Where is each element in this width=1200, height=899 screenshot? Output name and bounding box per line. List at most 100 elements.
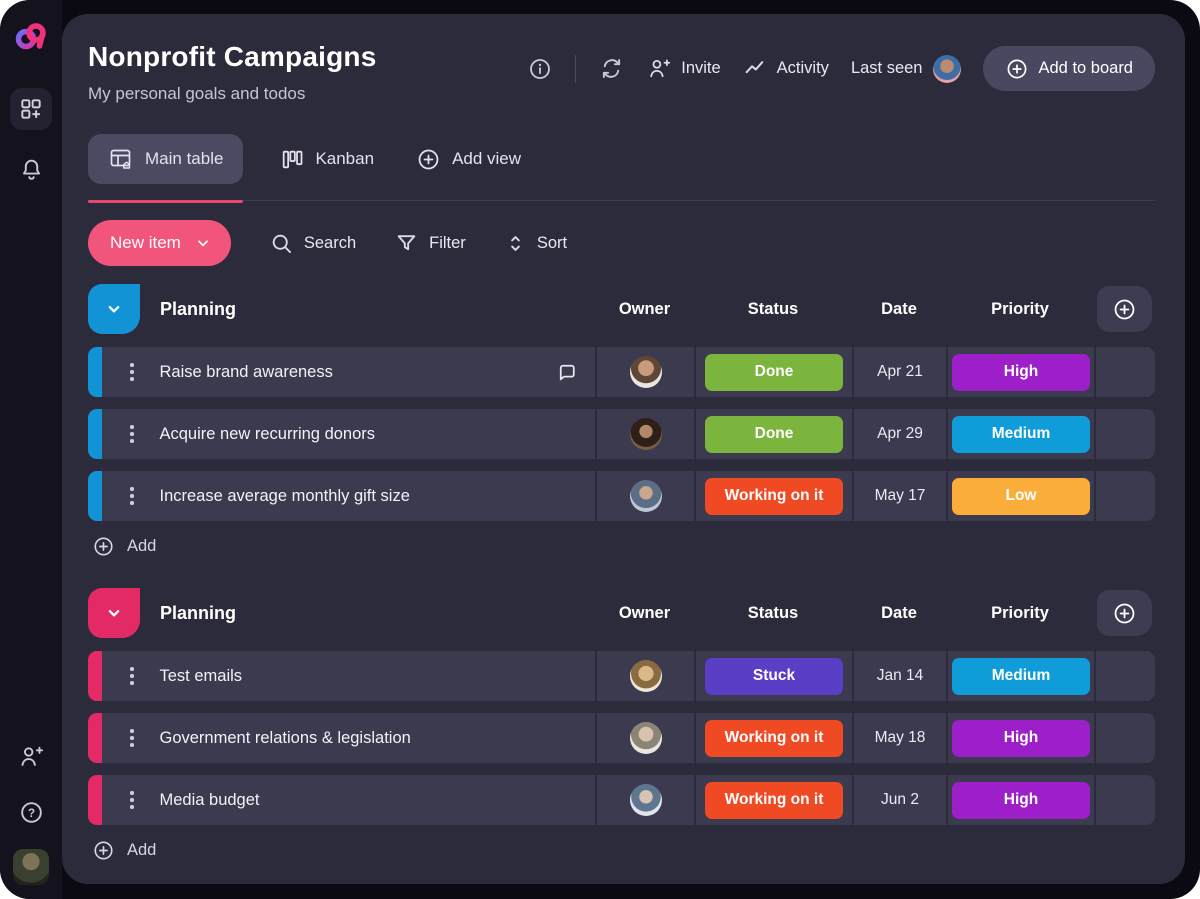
priority-badge[interactable]: Medium — [952, 416, 1090, 453]
group-name[interactable]: Planning — [160, 299, 236, 320]
date-cell[interactable]: May 17 — [852, 471, 946, 521]
owner-cell[interactable] — [595, 775, 694, 825]
status-cell[interactable]: Done — [694, 347, 852, 397]
sync-button[interactable] — [598, 55, 625, 82]
user-avatar[interactable] — [13, 849, 49, 885]
owner-cell[interactable] — [595, 651, 694, 701]
status-badge[interactable]: Done — [705, 416, 843, 453]
sort-icon — [504, 232, 527, 255]
priority-cell[interactable]: High — [946, 713, 1094, 763]
status-badge[interactable]: Working on it — [705, 720, 843, 757]
owner-cell[interactable] — [595, 471, 694, 521]
priority-cell[interactable]: Medium — [946, 651, 1094, 701]
date-cell[interactable]: Apr 21 — [852, 347, 946, 397]
owner-cell[interactable] — [595, 409, 694, 459]
kebab-menu-icon[interactable] — [130, 729, 134, 747]
column-header-owner[interactable]: Owner — [595, 300, 694, 319]
task-name-cell[interactable]: Government relations & legislation — [88, 713, 595, 763]
column-header-owner[interactable]: Owner — [595, 604, 694, 623]
priority-badge[interactable]: Low — [952, 478, 1090, 515]
task-name-cell[interactable]: Test emails — [88, 651, 595, 701]
activity-button[interactable]: Activity — [743, 56, 829, 81]
search-button[interactable]: Search — [269, 231, 356, 256]
group-name[interactable]: Planning — [160, 603, 236, 624]
column-header-priority[interactable]: Priority — [946, 300, 1094, 319]
kebab-menu-icon[interactable] — [130, 487, 134, 505]
column-header-priority[interactable]: Priority — [946, 604, 1094, 623]
status-badge[interactable]: Done — [705, 354, 843, 391]
kebab-menu-icon[interactable] — [130, 425, 134, 443]
kebab-menu-icon[interactable] — [130, 791, 134, 809]
invite-button[interactable]: Invite — [647, 56, 720, 81]
app-logo-icon[interactable] — [12, 20, 50, 54]
owner-avatar — [630, 356, 662, 388]
priority-cell[interactable]: Medium — [946, 409, 1094, 459]
owner-cell[interactable] — [595, 347, 694, 397]
add-item-button[interactable]: Add — [88, 837, 156, 864]
task-name[interactable]: Government relations & legislation — [160, 729, 411, 748]
kebab-menu-icon[interactable] — [130, 667, 134, 685]
task-name[interactable]: Media budget — [160, 791, 260, 810]
filter-button[interactable]: Filter — [394, 231, 466, 256]
group-collapse-button[interactable] — [88, 284, 140, 334]
status-cell[interactable]: Stuck — [694, 651, 852, 701]
sidebar-item-help[interactable]: ? — [10, 791, 52, 833]
task-name[interactable]: Increase average monthly gift size — [160, 487, 410, 506]
owner-cell[interactable] — [595, 713, 694, 763]
status-cell[interactable]: Working on it — [694, 713, 852, 763]
priority-cell[interactable]: High — [946, 347, 1094, 397]
tab-main-table[interactable]: Main table — [88, 134, 243, 184]
invite-label: Invite — [681, 59, 720, 78]
status-cell[interactable]: Done — [694, 409, 852, 459]
sidebar-item-notifications[interactable] — [10, 148, 52, 190]
column-header-date[interactable]: Date — [852, 300, 946, 319]
column-header-date[interactable]: Date — [852, 604, 946, 623]
tab-kanban[interactable]: Kanban — [273, 134, 380, 184]
date-cell[interactable]: Jun 2 — [852, 775, 946, 825]
priority-badge[interactable]: Medium — [952, 658, 1090, 695]
svg-text:?: ? — [27, 806, 34, 820]
priority-badge[interactable]: High — [952, 354, 1090, 391]
row-color-bar — [88, 471, 102, 521]
task-name[interactable]: Test emails — [160, 667, 243, 686]
sort-button[interactable]: Sort — [504, 232, 567, 255]
sidebar-item-boards[interactable] — [10, 88, 52, 130]
board-info-button[interactable] — [527, 56, 553, 82]
kebab-menu-icon[interactable] — [130, 363, 134, 381]
task-name[interactable]: Raise brand awareness — [160, 363, 333, 382]
task-name-cell[interactable]: Acquire new recurring donors — [88, 409, 595, 459]
group-title-cell: Planning — [88, 284, 595, 334]
status-badge[interactable]: Stuck — [705, 658, 843, 695]
priority-badge[interactable]: High — [952, 782, 1090, 819]
task-name-cell[interactable]: Increase average monthly gift size — [88, 471, 595, 521]
activity-icon — [743, 56, 768, 81]
add-item-button[interactable]: Add — [88, 533, 156, 560]
add-to-board-button[interactable]: Add to board — [983, 46, 1156, 91]
status-badge[interactable]: Working on it — [705, 782, 843, 819]
task-name-cell[interactable]: Media budget — [88, 775, 595, 825]
tab-add-view[interactable]: Add view — [410, 134, 527, 184]
date-cell[interactable]: May 18 — [852, 713, 946, 763]
task-name-cell[interactable]: Raise brand awareness — [88, 347, 595, 397]
add-column-button[interactable] — [1097, 590, 1152, 636]
column-header-status[interactable]: Status — [694, 604, 852, 623]
last-seen-avatar[interactable] — [933, 55, 961, 83]
board-description[interactable]: My personal goals and todos — [88, 82, 376, 106]
column-header-status[interactable]: Status — [694, 300, 852, 319]
plus-circle-icon — [92, 839, 115, 862]
sidebar-item-invite-members[interactable] — [10, 735, 52, 777]
task-name[interactable]: Acquire new recurring donors — [160, 425, 376, 444]
priority-badge[interactable]: High — [952, 720, 1090, 757]
chat-icon[interactable] — [554, 360, 579, 385]
status-badge[interactable]: Working on it — [705, 478, 843, 515]
date-cell[interactable]: Apr 29 — [852, 409, 946, 459]
status-cell[interactable]: Working on it — [694, 471, 852, 521]
date-cell[interactable]: Jan 14 — [852, 651, 946, 701]
add-column-button[interactable] — [1097, 286, 1152, 332]
new-item-button[interactable]: New item — [88, 220, 231, 266]
row-color-bar — [88, 651, 102, 701]
priority-cell[interactable]: High — [946, 775, 1094, 825]
status-cell[interactable]: Working on it — [694, 775, 852, 825]
priority-cell[interactable]: Low — [946, 471, 1094, 521]
group-collapse-button[interactable] — [88, 588, 140, 638]
